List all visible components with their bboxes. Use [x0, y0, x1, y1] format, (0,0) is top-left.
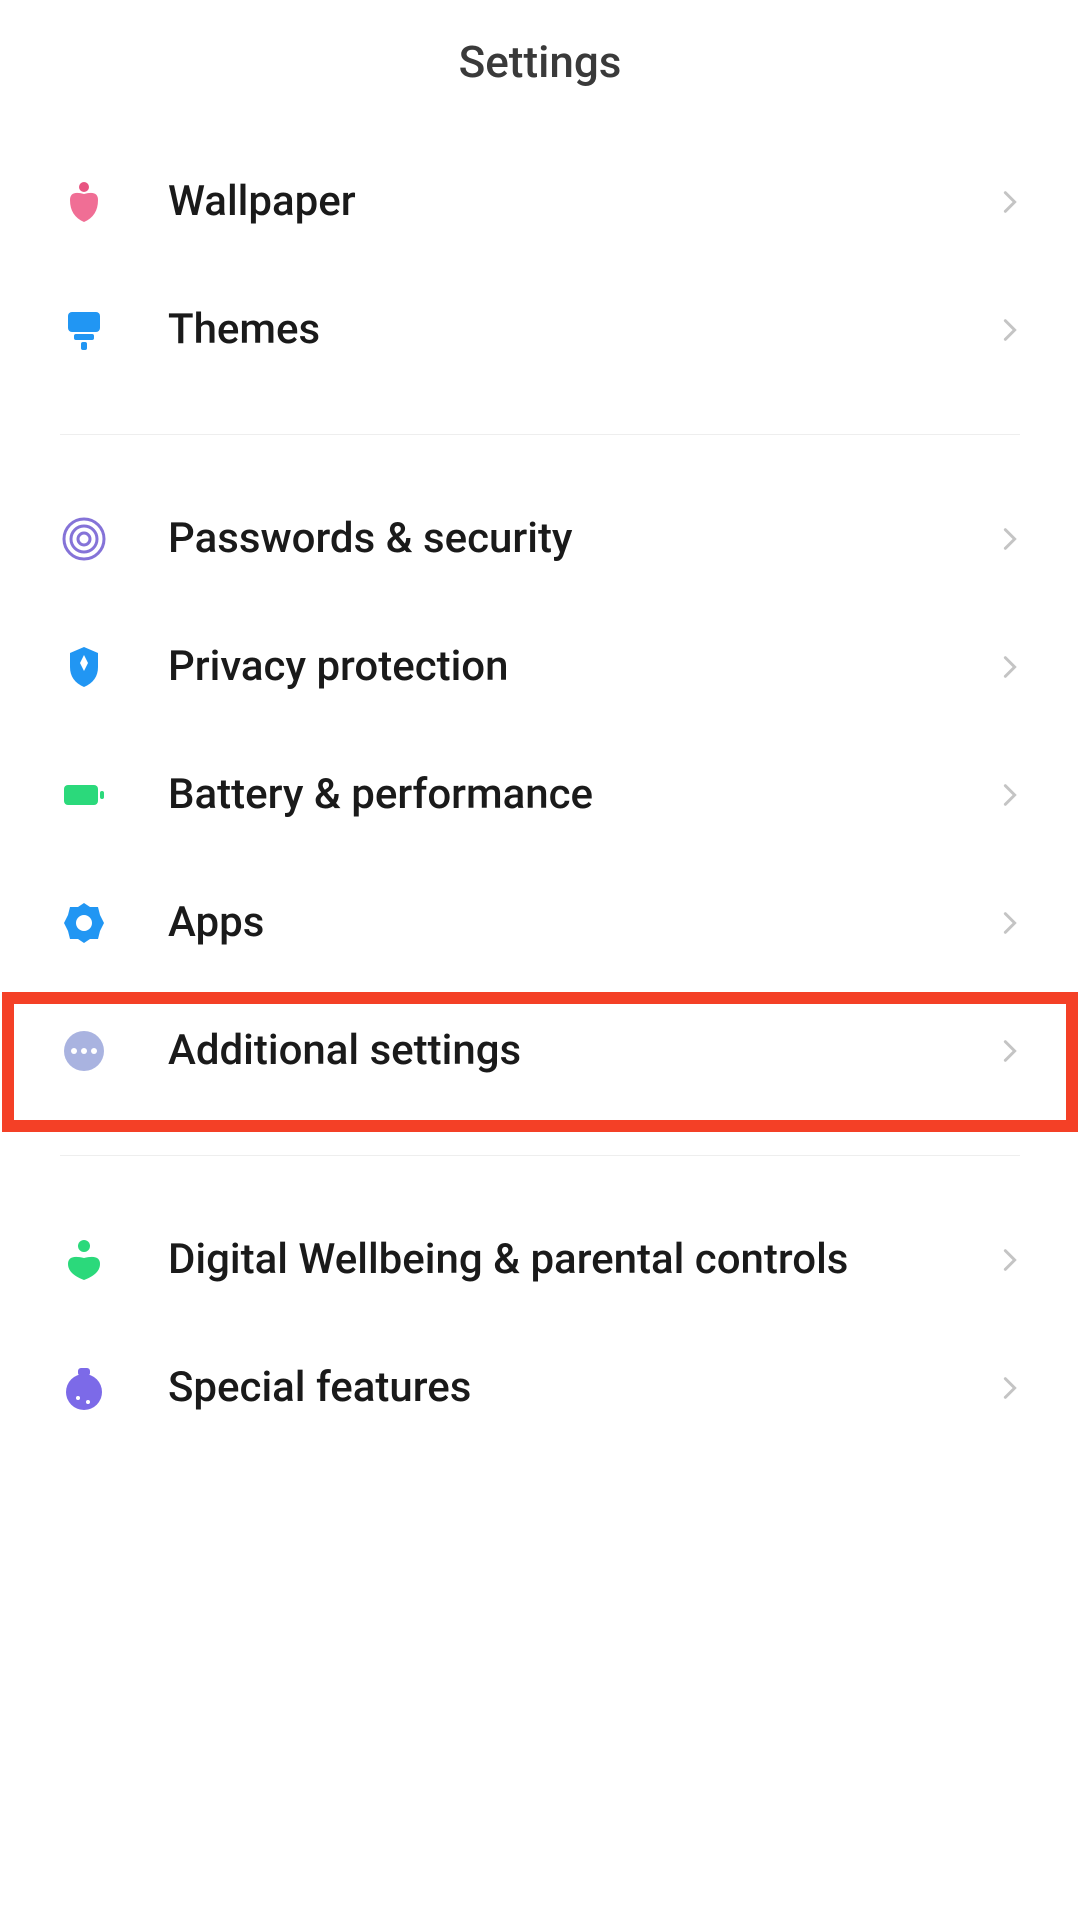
settings-item-wallpaper[interactable]: Wallpaper	[0, 138, 1080, 266]
themes-icon	[56, 302, 112, 358]
item-label: Wallpaper	[168, 176, 996, 229]
page-title: Settings	[459, 36, 622, 88]
chevron-right-icon	[996, 1374, 1024, 1402]
chevron-right-icon	[996, 188, 1024, 216]
item-label: Privacy protection	[168, 641, 996, 694]
chevron-right-icon	[996, 525, 1024, 553]
chevron-right-icon	[996, 653, 1024, 681]
spacer	[0, 1452, 1080, 1552]
chevron-right-icon	[996, 781, 1024, 809]
settings-item-security[interactable]: Passwords & security	[0, 475, 1080, 603]
item-label: Special features	[168, 1362, 996, 1415]
settings-item-additional[interactable]: Additional settings	[0, 987, 1080, 1115]
flask-icon	[56, 1360, 112, 1416]
item-label: Apps	[168, 897, 996, 950]
battery-icon	[56, 767, 112, 823]
chevron-right-icon	[996, 1246, 1024, 1274]
settings-item-apps[interactable]: Apps	[0, 859, 1080, 987]
settings-item-special[interactable]: Special features	[0, 1324, 1080, 1452]
settings-item-battery[interactable]: Battery & performance	[0, 731, 1080, 859]
header: Settings	[0, 0, 1080, 138]
fingerprint-icon	[56, 511, 112, 567]
item-label: Passwords & security	[168, 513, 996, 566]
settings-item-wellbeing[interactable]: Digital Wellbeing & parental controls	[0, 1196, 1080, 1324]
divider	[60, 1155, 1020, 1156]
wallpaper-icon	[56, 174, 112, 230]
divider	[60, 434, 1020, 435]
settings-item-themes[interactable]: Themes	[0, 266, 1080, 394]
item-label: Additional settings	[168, 1025, 996, 1078]
gear-icon	[56, 895, 112, 951]
item-label: Themes	[168, 304, 996, 357]
settings-item-privacy[interactable]: Privacy protection	[0, 603, 1080, 731]
wellbeing-icon	[56, 1232, 112, 1288]
chevron-right-icon	[996, 316, 1024, 344]
chevron-right-icon	[996, 909, 1024, 937]
shield-icon	[56, 639, 112, 695]
more-icon	[56, 1023, 112, 1079]
chevron-right-icon	[996, 1037, 1024, 1065]
item-label: Battery & performance	[168, 769, 996, 822]
item-label: Digital Wellbeing & parental controls	[168, 1234, 996, 1287]
